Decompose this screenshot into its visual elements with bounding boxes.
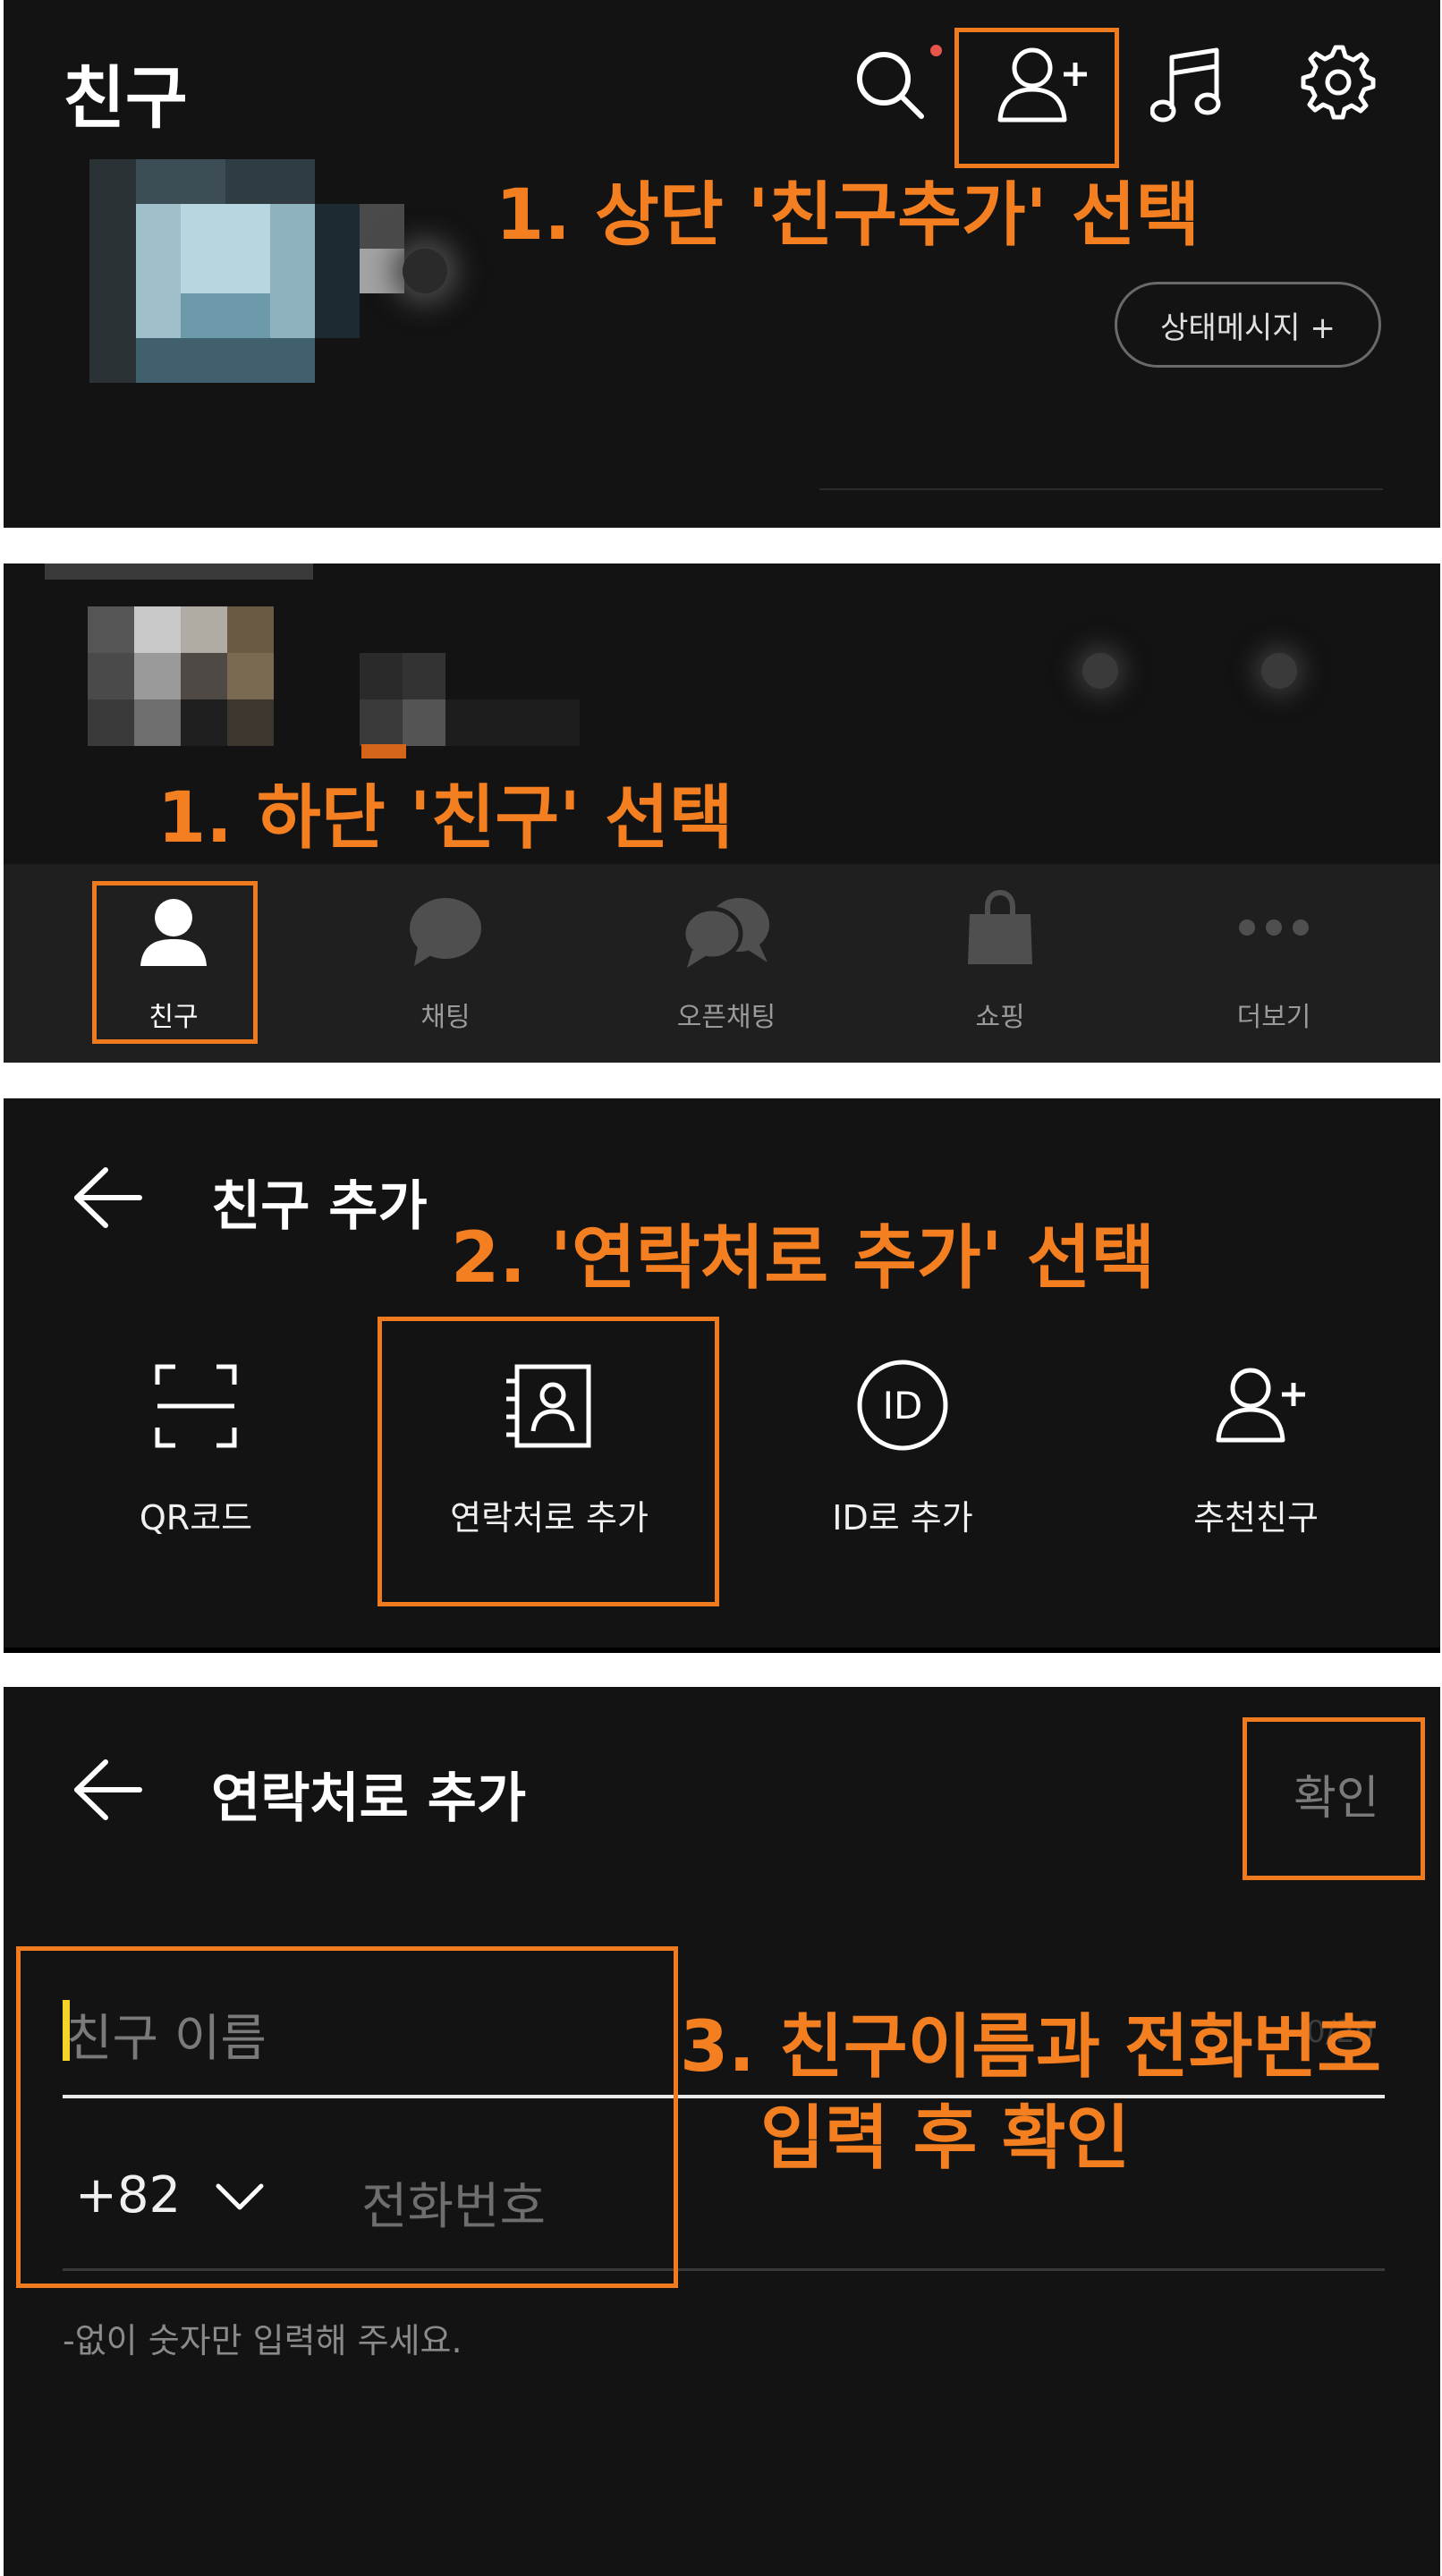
back-arrow-icon[interactable] <box>72 1166 143 1229</box>
page-title: 친구 추가 <box>211 1175 428 1238</box>
back-arrow-icon[interactable] <box>72 1758 143 1821</box>
option-qr-code-label: QR코드 <box>139 1498 253 1538</box>
notification-dot <box>930 45 942 56</box>
annotation-step1-top: 1. 상단 '친구추가' 선택 <box>496 175 1200 256</box>
page-title: 친구 <box>63 58 188 138</box>
tab-shopping-label: 쇼핑 <box>975 1002 1025 1033</box>
open-chat-icon <box>680 894 773 970</box>
tab-chat-label: 채팅 <box>420 1002 471 1033</box>
highlight-add-friend <box>954 28 1119 168</box>
blurred-list-item <box>45 564 1387 758</box>
friends-screen-panel: 친구 1. 상단 '친구추가' 선택 상태메시지 + <box>4 0 1440 528</box>
settings-icon[interactable] <box>1301 45 1376 120</box>
divider <box>819 488 1383 490</box>
status-message-button[interactable]: 상태메시지 + <box>1115 282 1381 368</box>
annotation-step2: 2. '연락처로 추가' 선택 <box>451 1218 1156 1299</box>
annotation-step3-line2: 입력 후 확인 <box>760 2098 1131 2179</box>
tab-open-chat[interactable]: 오픈채팅 <box>637 864 816 1063</box>
profile-image-blurred <box>89 159 447 383</box>
highlight-add-by-contact <box>377 1317 719 1606</box>
search-icon[interactable] <box>850 45 930 125</box>
more-dots-icon <box>1238 914 1310 941</box>
shopping-bag-icon <box>964 889 1036 968</box>
option-recommended-friends-label: 추천친구 <box>1193 1498 1319 1538</box>
option-qr-code[interactable]: QR코드 <box>84 1349 308 1617</box>
bottom-tab-panel: 1. 하단 '친구' 선택 친구 채팅 오픈채팅 쇼핑 더보기 <box>4 564 1440 1063</box>
annotation-step1-bottom: 1. 하단 '친구' 선택 <box>157 778 734 859</box>
tab-open-chat-label: 오픈채팅 <box>676 1002 776 1033</box>
status-message-label: 상태메시지 + <box>1160 309 1336 346</box>
option-add-by-id[interactable]: ID ID로 추가 <box>782 1349 1023 1617</box>
chat-bubble-icon <box>405 896 486 968</box>
tab-shopping[interactable]: 쇼핑 <box>920 864 1081 1063</box>
option-add-by-id-label: ID로 추가 <box>832 1498 973 1538</box>
id-circle-icon: ID <box>855 1358 950 1453</box>
tab-more-label: 더보기 <box>1236 1002 1311 1033</box>
annotation-step3-line1: 3. 친구이름과 전화번호 <box>680 2007 1382 2088</box>
add-friend-panel: 친구 추가 2. '연락처로 추가' 선택 QR코드 연락처로 추가 ID ID… <box>4 1098 1440 1653</box>
svg-text:ID: ID <box>883 1384 923 1428</box>
page-title: 연락처로 추가 <box>211 1767 527 1830</box>
highlight-input-fields <box>16 1946 678 2288</box>
add-friend-icon <box>1211 1361 1310 1447</box>
tab-more[interactable]: 더보기 <box>1193 864 1354 1063</box>
tab-chat[interactable]: 채팅 <box>365 864 526 1063</box>
add-by-contact-panel: 연락처로 추가 확인 친구 이름 0/20 +82 전화번호 -없이 숫자만 입… <box>4 1687 1440 2576</box>
highlight-friends-tab <box>92 881 258 1044</box>
highlight-confirm <box>1243 1717 1425 1880</box>
music-icon[interactable] <box>1150 43 1231 125</box>
qr-scan-icon <box>154 1363 238 1449</box>
input-hint: -없이 숫자만 입력해 주세요. <box>63 2321 462 2360</box>
option-recommended-friends[interactable]: 추천친구 <box>1140 1349 1372 1617</box>
